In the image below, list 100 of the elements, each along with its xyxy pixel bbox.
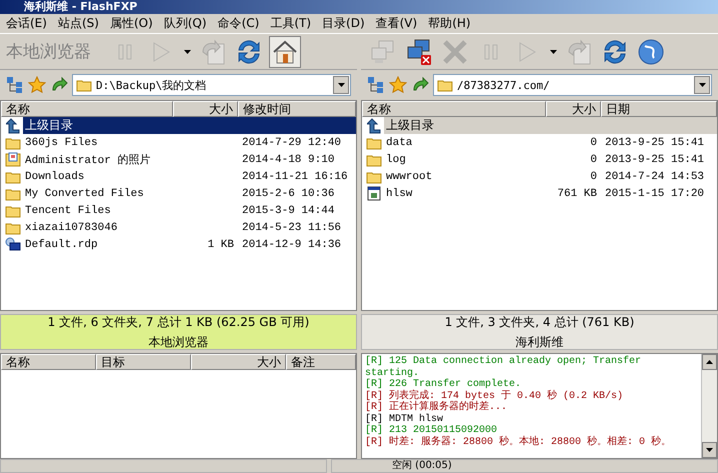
star-icon[interactable] xyxy=(28,76,46,94)
disconnect-icon xyxy=(405,38,433,66)
file-name[interactable]: data xyxy=(384,136,546,148)
column-header[interactable]: 名称 xyxy=(1,354,96,370)
menu-item[interactable]: 会话(E) xyxy=(4,15,56,32)
menu-item[interactable]: 工具(T) xyxy=(268,15,320,32)
file-name[interactable]: log xyxy=(384,154,546,166)
dropdown-button[interactable] xyxy=(333,76,349,94)
folder-icon xyxy=(5,136,21,150)
file-size: 0 xyxy=(589,136,598,148)
file-size: 761 KB xyxy=(556,188,598,200)
file-name[interactable]: 360js Files xyxy=(23,136,173,148)
caret-icon xyxy=(550,50,556,54)
file-date: 2014-4-18 9:10 xyxy=(241,154,336,166)
folder-icon xyxy=(5,170,21,184)
file-name[interactable]: 上级目录 xyxy=(23,117,173,134)
folder-icon xyxy=(366,170,382,184)
menu-item[interactable]: 目录(D) xyxy=(320,15,374,32)
program-icon xyxy=(367,186,381,201)
summary-text: 1 文件, 6 文件夹, 7 总计 1 KB (62.25 GB 可用) xyxy=(48,314,310,330)
up-caret-icon xyxy=(706,360,713,364)
column-header[interactable]: 日期 xyxy=(601,101,717,117)
file-size: 1 KB xyxy=(206,238,235,250)
close-icon xyxy=(442,38,468,64)
file-date: 2014-11-21 16:16 xyxy=(241,170,349,182)
file-size: 0 xyxy=(589,154,598,166)
log-line: [R] 时差: 服务器: 28800 秒。本地: 28800 秒。相差: 0 秒。 xyxy=(365,436,672,448)
file-date: 2014-5-23 11:56 xyxy=(241,222,342,234)
up-arrow-icon xyxy=(367,118,381,134)
path-text: D:\Backup\我的文档 xyxy=(96,78,208,92)
path-field[interactable]: /87383277.com/ xyxy=(433,74,712,96)
caret-icon xyxy=(698,83,706,87)
file-name[interactable]: Downloads xyxy=(23,170,173,182)
row-highlight[interactable]: 上级目录 xyxy=(384,117,717,134)
file-size: 0 xyxy=(589,170,598,182)
picture-folder-icon xyxy=(5,152,21,167)
scrollbar[interactable] xyxy=(701,354,717,458)
menu-item[interactable]: 命令(C) xyxy=(216,15,268,32)
column-header[interactable]: 目标 xyxy=(96,354,191,370)
menu-item[interactable]: 查看(V) xyxy=(374,15,426,32)
folder-icon xyxy=(366,136,382,150)
up-arrow-icon xyxy=(6,118,20,134)
caret-icon xyxy=(338,83,344,87)
file-date: 2015-3-9 14:44 xyxy=(241,204,336,216)
log-line: [R] 213 20150115092000 xyxy=(365,425,498,436)
file-date: 2013-9-25 15:41 xyxy=(604,136,706,148)
tree-icon[interactable] xyxy=(367,76,385,94)
monitor-icon xyxy=(5,237,21,252)
path-text: /87383277.com/ xyxy=(457,78,551,92)
file-date: 2014-12-9 14:36 xyxy=(241,238,342,250)
column-header[interactable]: 名称 xyxy=(362,101,546,117)
log-line: [R] 列表完成: 174 bytes 于 0.40 秒 (0.2 KB/s) xyxy=(365,390,624,402)
row-highlight[interactable]: 上级目录 xyxy=(23,117,356,134)
folder-icon xyxy=(5,204,21,218)
path-field[interactable]: D:\Backup\我的文档 xyxy=(72,74,351,96)
file-name[interactable]: Tencent Files xyxy=(23,204,173,216)
file-name[interactable]: Administrator 的照片 xyxy=(23,152,173,167)
column-header[interactable]: 大小 xyxy=(191,354,286,370)
menu-item[interactable]: 属性(O) xyxy=(108,15,162,32)
file-name[interactable]: xiazai10783046 xyxy=(23,222,173,234)
pause-icon xyxy=(482,42,500,60)
panel-name: 海利斯维 xyxy=(516,334,564,350)
file-date: 2014-7-24 14:53 xyxy=(604,170,706,182)
home-button[interactable] xyxy=(269,36,301,68)
panel-name: 本地浏览器 xyxy=(148,334,208,350)
tree-icon[interactable] xyxy=(6,76,24,94)
down-caret-icon xyxy=(706,448,713,452)
home-icon xyxy=(272,38,298,64)
file-name[interactable]: 上级目录 xyxy=(384,117,546,134)
status-text: 空闲 (00:05) xyxy=(392,460,452,472)
column-header[interactable]: 备注 xyxy=(286,354,356,370)
log-line: [R] 125 Data connection already open; Transfer starting. xyxy=(365,356,642,378)
column-header[interactable]: 大小 xyxy=(173,101,238,117)
folder-icon xyxy=(5,220,21,234)
panel-label: 本地浏览器 xyxy=(6,41,91,63)
window-title: 海利斯维 - FlashFXP xyxy=(0,0,718,14)
folder-icon xyxy=(437,78,453,92)
folder-icon xyxy=(366,152,382,166)
summary-text: 1 文件, 3 文件夹, 4 总计 (761 KB) xyxy=(444,314,634,330)
menu-item[interactable]: 帮助(H) xyxy=(426,15,480,32)
menu-item[interactable]: 站点(S) xyxy=(56,15,108,32)
log-line: [R] 226 Transfer complete. xyxy=(365,379,522,390)
folder-icon xyxy=(76,78,92,92)
file-date: 2015-2-6 10:36 xyxy=(241,188,336,200)
file-date: 2015-1-15 17:20 xyxy=(604,188,706,200)
file-date: 2014-7-29 12:40 xyxy=(241,136,342,148)
file-date: 2013-9-25 15:41 xyxy=(604,154,706,166)
star-icon[interactable] xyxy=(389,76,407,94)
file-name[interactable]: My Converted Files xyxy=(23,188,173,200)
column-header[interactable]: 大小 xyxy=(546,101,601,117)
play-icon xyxy=(518,42,536,62)
file-name[interactable]: Default.rdp xyxy=(23,238,173,250)
log-line: [R] 正在计算服务器的时差... xyxy=(365,402,508,414)
column-header[interactable]: 名称 xyxy=(1,101,173,117)
caret-icon xyxy=(184,50,190,54)
menu-item[interactable]: 队列(Q) xyxy=(162,15,216,32)
file-name[interactable]: hlsw xyxy=(384,188,546,200)
dropdown-button[interactable] xyxy=(694,76,710,94)
file-name[interactable]: wwwroot xyxy=(384,170,546,182)
column-header[interactable]: 修改时间 xyxy=(238,101,356,117)
